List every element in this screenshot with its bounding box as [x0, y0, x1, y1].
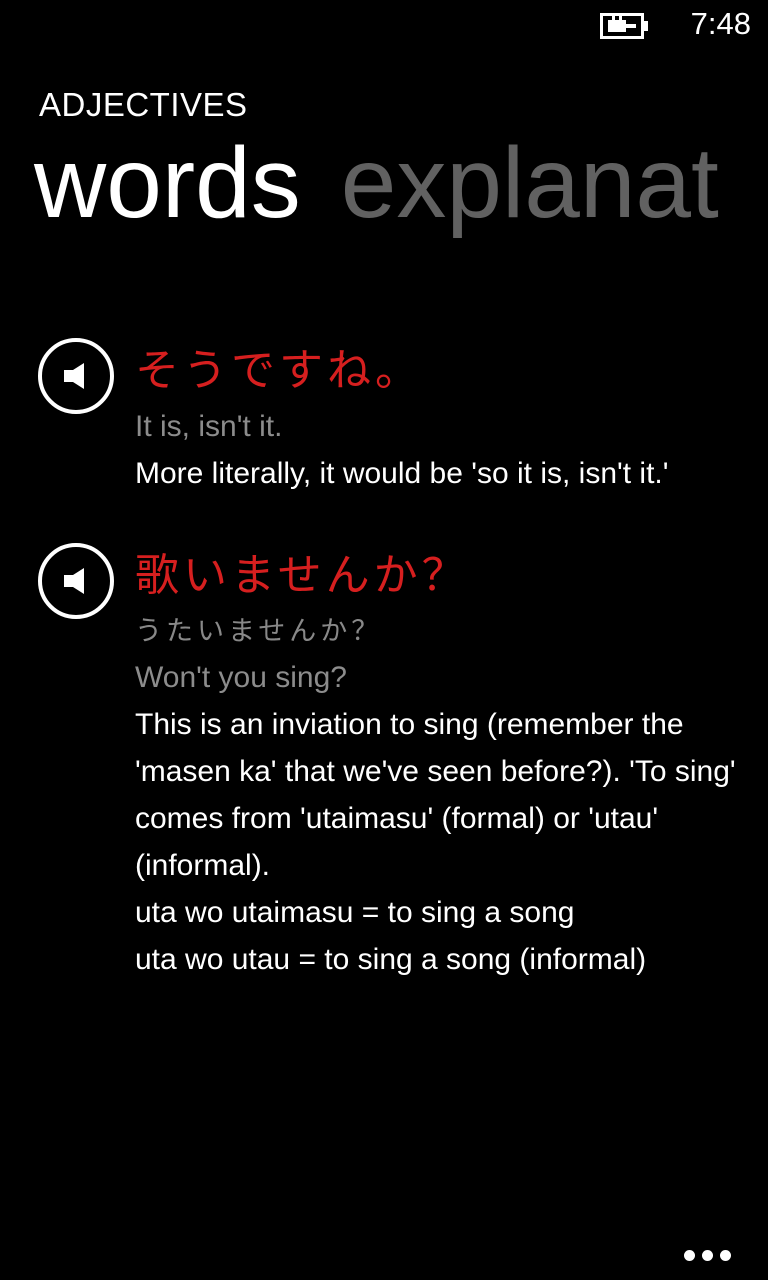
speaker-icon	[64, 568, 84, 594]
phrase-translation: Won't you sing?	[135, 661, 347, 694]
dot	[702, 1250, 713, 1261]
phrase-translation: It is, isn't it.	[135, 410, 283, 443]
pivot-tab-explanation[interactable]: explanat	[341, 128, 719, 238]
play-audio-button[interactable]	[38, 338, 114, 414]
app-title: ADJECTIVES	[39, 86, 248, 123]
phrase-japanese: 歌いませんか？	[135, 550, 470, 601]
dot	[720, 1250, 731, 1261]
phrase-japanese: そうですね。	[135, 345, 423, 396]
more-options-icon[interactable]	[684, 1250, 732, 1262]
status-bar: 7:48	[0, 0, 768, 50]
play-audio-button[interactable]	[38, 543, 114, 619]
phrase-reading: うたいませんか？	[135, 616, 383, 647]
speaker-icon	[64, 363, 84, 389]
phrase-list: そうですね。 It is, isn't it. More literally, …	[0, 338, 768, 1029]
phrase-item: 歌いませんか？ うたいませんか？ Won't you sing? This is…	[0, 543, 768, 983]
phrase-explanation: More literally, it would be 'so it is, i…	[135, 457, 669, 490]
battery-charging-icon	[600, 13, 648, 39]
pivot-tab-words[interactable]: words	[34, 128, 301, 238]
dot	[684, 1250, 695, 1261]
phrase-explanation: This is an inviation to sing (remember t…	[135, 708, 736, 976]
status-time: 7:48	[690, 6, 751, 41]
pivot-headers: words explanat	[34, 128, 759, 238]
phrase-item: そうですね。 It is, isn't it. More literally, …	[0, 338, 768, 497]
